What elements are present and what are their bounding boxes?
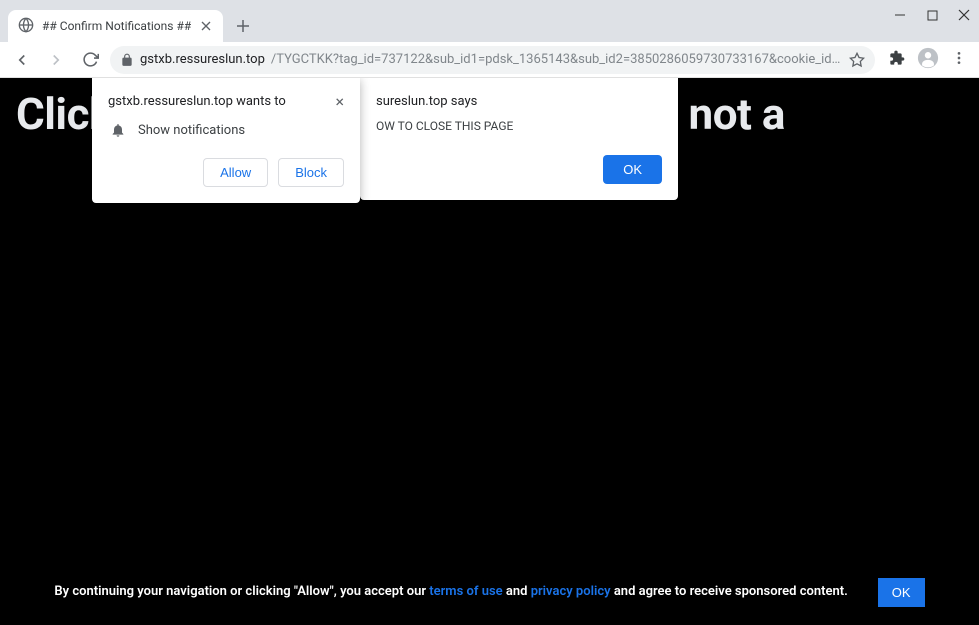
forward-button[interactable] bbox=[42, 46, 70, 74]
profile-icon[interactable] bbox=[917, 47, 939, 73]
url-path: /TYGCTKK?tag_id=737122&sub_id1=pdsk_1365… bbox=[271, 52, 843, 67]
maximize-button[interactable] bbox=[925, 8, 939, 22]
new-tab-button[interactable] bbox=[229, 12, 257, 40]
alert-origin: sureslun.top says bbox=[376, 94, 662, 109]
tab-strip: ## Confirm Notifications ## bbox=[0, 8, 979, 42]
block-button[interactable]: Block bbox=[278, 158, 344, 187]
browser-toolbar: gstxb.ressureslun.top/TYGCTKK?tag_id=737… bbox=[0, 42, 979, 78]
privacy-link[interactable]: privacy policy bbox=[531, 584, 611, 599]
permission-label: Show notifications bbox=[138, 123, 245, 138]
bell-icon bbox=[110, 122, 126, 138]
page-content: Click Allow to confirm that you are not … bbox=[0, 78, 979, 625]
consent-text: By continuing your navigation or clickin… bbox=[54, 582, 847, 603]
menu-icon[interactable] bbox=[951, 50, 967, 70]
globe-icon bbox=[18, 17, 34, 36]
lock-icon bbox=[120, 53, 134, 67]
close-window-button[interactable] bbox=[957, 8, 971, 22]
close-tab-button[interactable] bbox=[199, 19, 213, 33]
alert-ok-button[interactable]: OK bbox=[603, 155, 662, 184]
alert-message: OW TO CLOSE THIS PAGE bbox=[376, 119, 662, 133]
minimize-button[interactable] bbox=[893, 8, 907, 22]
url-host: gstxb.ressureslun.top bbox=[140, 52, 265, 67]
terms-link[interactable]: terms of use bbox=[429, 584, 502, 599]
allow-button[interactable]: Allow bbox=[203, 158, 268, 187]
permission-origin: gstxb.ressureslun.top wants to bbox=[108, 94, 286, 109]
consent-banner: By continuing your navigation or clickin… bbox=[0, 578, 979, 607]
js-alert-dialog: sureslun.top says OW TO CLOSE THIS PAGE … bbox=[360, 78, 678, 200]
consent-ok-button[interactable]: OK bbox=[878, 578, 925, 607]
bookmark-star-icon[interactable] bbox=[849, 52, 865, 68]
reload-button[interactable] bbox=[76, 46, 104, 74]
tab-title: ## Confirm Notifications ## bbox=[42, 19, 191, 33]
extensions-icon[interactable] bbox=[889, 50, 905, 70]
notification-permission-prompt: gstxb.ressureslun.top wants to × Show no… bbox=[92, 78, 360, 203]
address-bar[interactable]: gstxb.ressureslun.top/TYGCTKK?tag_id=737… bbox=[110, 46, 875, 74]
permission-close-button[interactable]: × bbox=[335, 94, 344, 110]
back-button[interactable] bbox=[8, 46, 36, 74]
browser-tab[interactable]: ## Confirm Notifications ## bbox=[8, 10, 223, 42]
